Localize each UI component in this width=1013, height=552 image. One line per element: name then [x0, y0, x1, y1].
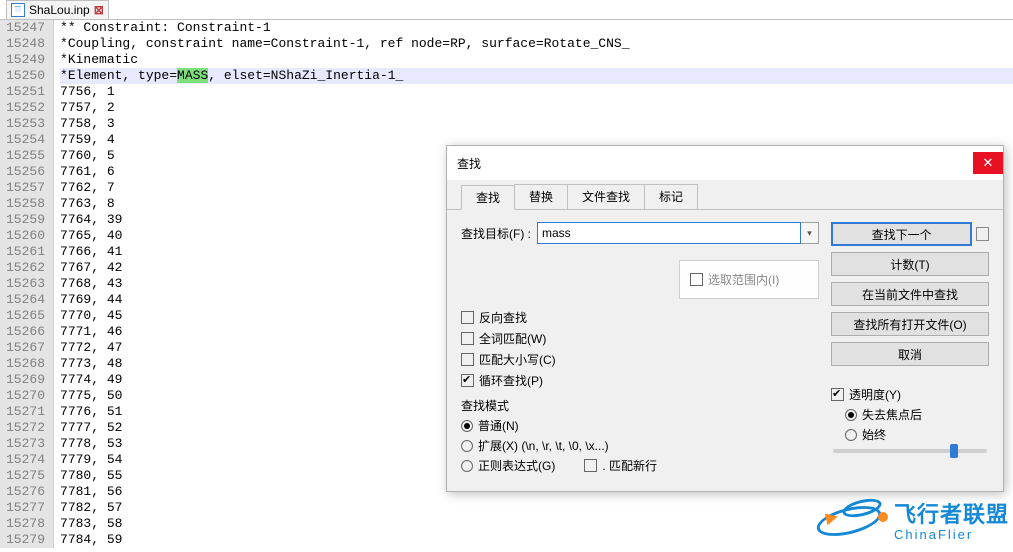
mode-regex-radio[interactable]: [461, 460, 473, 472]
transparency-slider[interactable]: [833, 449, 987, 453]
mode-extended-label: 扩展(X) (\n, \r, \t, \0, \x...): [478, 437, 609, 454]
tab-replace[interactable]: 替换: [514, 184, 568, 209]
transparency-checkbox[interactable]: [831, 388, 844, 401]
dialog-title: 查找: [457, 155, 481, 172]
chevron-down-icon[interactable]: ▾: [801, 222, 819, 244]
trans-always-radio[interactable]: [845, 429, 857, 441]
file-tab-bar: ShaLou.inp ⊠: [0, 0, 1013, 20]
trans-always-label: 始终: [862, 426, 886, 443]
search-options: 反向查找 全词匹配(W) 匹配大小写(C) 循环查找(P): [461, 309, 819, 389]
trans-lose-focus-radio[interactable]: [845, 409, 857, 421]
transparency-label: 透明度(Y): [849, 386, 901, 403]
tab-mark[interactable]: 标记: [644, 184, 698, 209]
mode-normal-radio[interactable]: [461, 420, 473, 432]
in-selection-label: 选取范围内(I): [708, 271, 779, 288]
matchcase-checkbox[interactable]: [461, 353, 474, 366]
wrap-label: 循环查找(P): [479, 372, 543, 389]
find-target-label: 查找目标(F) :: [461, 225, 531, 242]
file-tab-name: ShaLou.inp: [29, 3, 90, 17]
backward-checkbox[interactable]: [461, 311, 474, 324]
mode-normal-label: 普通(N): [478, 417, 519, 434]
find-target-input[interactable]: [537, 222, 801, 244]
mode-extended-radio[interactable]: [461, 440, 473, 452]
find-in-current-button[interactable]: 在当前文件中查找: [831, 282, 989, 306]
slider-thumb[interactable]: [950, 444, 958, 458]
dialog-tabs: 查找 替换 文件查找 标记: [447, 180, 1003, 209]
backward-label: 反向查找: [479, 309, 527, 326]
find-in-all-open-button[interactable]: 查找所有打开文件(O): [831, 312, 989, 336]
in-selection-checkbox: [690, 273, 703, 286]
search-mode-label: 查找模式: [461, 397, 819, 414]
close-icon[interactable]: ✕: [973, 152, 1003, 174]
wrap-checkbox[interactable]: [461, 374, 474, 387]
find-next-button[interactable]: 查找下一个: [831, 222, 972, 246]
match-newline-checkbox[interactable]: [584, 459, 597, 472]
in-selection-panel: 选取范围内(I): [679, 260, 819, 299]
find-dialog: 查找 ✕ 查找 替换 文件查找 标记 查找目标(F) : ▾ 选取范围内(I) …: [446, 145, 1004, 492]
tab-find[interactable]: 查找: [461, 185, 515, 210]
match-newline-label: . 匹配新行: [602, 457, 657, 474]
file-icon: [11, 3, 25, 17]
cancel-button[interactable]: 取消: [831, 342, 989, 366]
pin-checkbox[interactable]: [976, 227, 989, 241]
close-icon[interactable]: ⊠: [94, 3, 104, 17]
trans-lose-focus-label: 失去焦点后: [862, 406, 922, 423]
wholeword-label: 全词匹配(W): [479, 330, 546, 347]
tab-find-in-files[interactable]: 文件查找: [567, 184, 645, 209]
mode-regex-label: 正则表达式(G): [478, 457, 555, 474]
file-tab[interactable]: ShaLou.inp ⊠: [6, 0, 109, 19]
matchcase-label: 匹配大小写(C): [479, 351, 556, 368]
count-button[interactable]: 计数(T): [831, 252, 989, 276]
line-number-gutter: 1524715248152491525015251152521525315254…: [0, 20, 54, 548]
wholeword-checkbox[interactable]: [461, 332, 474, 345]
